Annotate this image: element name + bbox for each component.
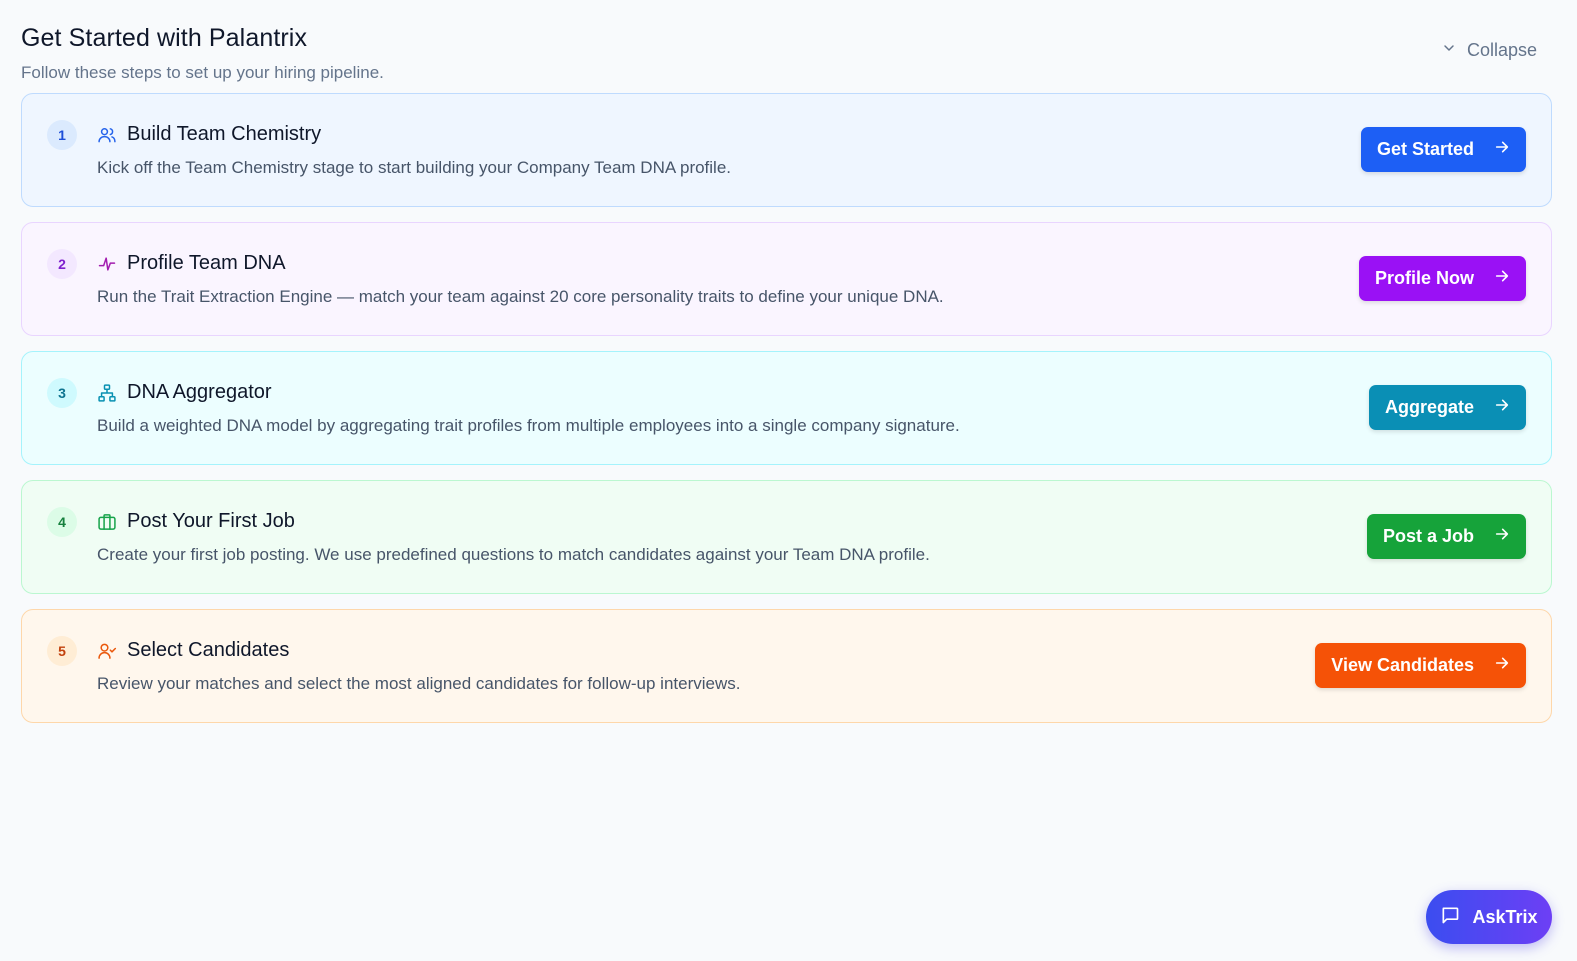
step-title: DNA Aggregator: [127, 381, 272, 403]
step-number-badge: 1: [47, 120, 77, 150]
button-label: Aggregate: [1384, 397, 1474, 417]
step-card-post-your-first-job: 4 Post Your First Job Create your first …: [21, 480, 1552, 594]
arrow-right-icon: [1494, 526, 1510, 547]
post-a-job-button[interactable]: Post a Job: [1366, 514, 1526, 559]
steps-list: 1 Build Team Chemistry Kick off the Team…: [21, 93, 1552, 738]
step-title: Post Your First Job: [127, 510, 295, 532]
aggregate-button[interactable]: Aggregate: [1368, 385, 1526, 430]
step-title: Build Team Chemistry: [127, 123, 322, 145]
button-label: Get Started: [1376, 139, 1474, 159]
collapse-label: Collapse: [1466, 40, 1537, 60]
step-number-badge: 3: [47, 378, 77, 408]
sparkle-icon: [97, 254, 117, 274]
view-candidates-button[interactable]: View Candidates: [1315, 643, 1526, 688]
step-number-badge: 5: [47, 636, 77, 666]
step-title: Profile Team DNA: [127, 252, 286, 274]
profile-now-button[interactable]: Profile Now: [1358, 256, 1526, 301]
step-number-badge: 2: [47, 249, 77, 279]
step-description: Run the Trait Extraction Engine — match …: [97, 287, 944, 306]
network-icon: [97, 383, 117, 403]
page-title: Get Started with Palantrix: [21, 24, 308, 52]
step-card-profile-team-dna: 2 Profile Team DNA Run the Trait Extract…: [21, 222, 1552, 336]
arrow-right-icon: [1494, 268, 1510, 289]
collapse-button[interactable]: Collapse: [1441, 40, 1537, 61]
button-label: Profile Now: [1374, 268, 1474, 288]
get-started-button[interactable]: Get Started: [1360, 127, 1526, 172]
arrow-right-icon: [1494, 397, 1510, 418]
chat-icon: [1440, 905, 1460, 930]
users-icon: [97, 125, 117, 145]
step-description: Review your matches and select the most …: [97, 674, 741, 693]
button-label: Post a Job: [1382, 526, 1474, 546]
chevron-down-icon: [1441, 40, 1457, 61]
button-label: View Candidates: [1331, 655, 1474, 675]
asktrix-chat-button[interactable]: AskTrix: [1426, 890, 1552, 944]
asktrix-label: AskTrix: [1472, 906, 1538, 927]
page-subtitle: Follow these steps to set up your hiring…: [21, 63, 384, 82]
arrow-right-icon: [1494, 655, 1510, 676]
step-card-select-candidates: 5 Select Candidates Review your matches …: [21, 609, 1552, 723]
step-description: Build a weighted DNA model by aggregatin…: [97, 416, 960, 435]
step-number-badge: 4: [47, 507, 77, 537]
step-title: Select Candidates: [127, 639, 290, 661]
arrow-right-icon: [1494, 139, 1510, 160]
step-description: Create your first job posting. We use pr…: [97, 545, 930, 564]
page-header: Get Started with Palantrix Follow these …: [21, 24, 384, 83]
step-card-build-team-chemistry: 1 Build Team Chemistry Kick off the Team…: [21, 93, 1552, 207]
briefcase-icon: [97, 512, 117, 532]
user-check-icon: [97, 641, 117, 661]
step-card-dna-aggregator: 3 DNA Aggregator Build a weighted DNA mo…: [21, 351, 1552, 465]
step-description: Kick off the Team Chemistry stage to sta…: [97, 158, 732, 177]
